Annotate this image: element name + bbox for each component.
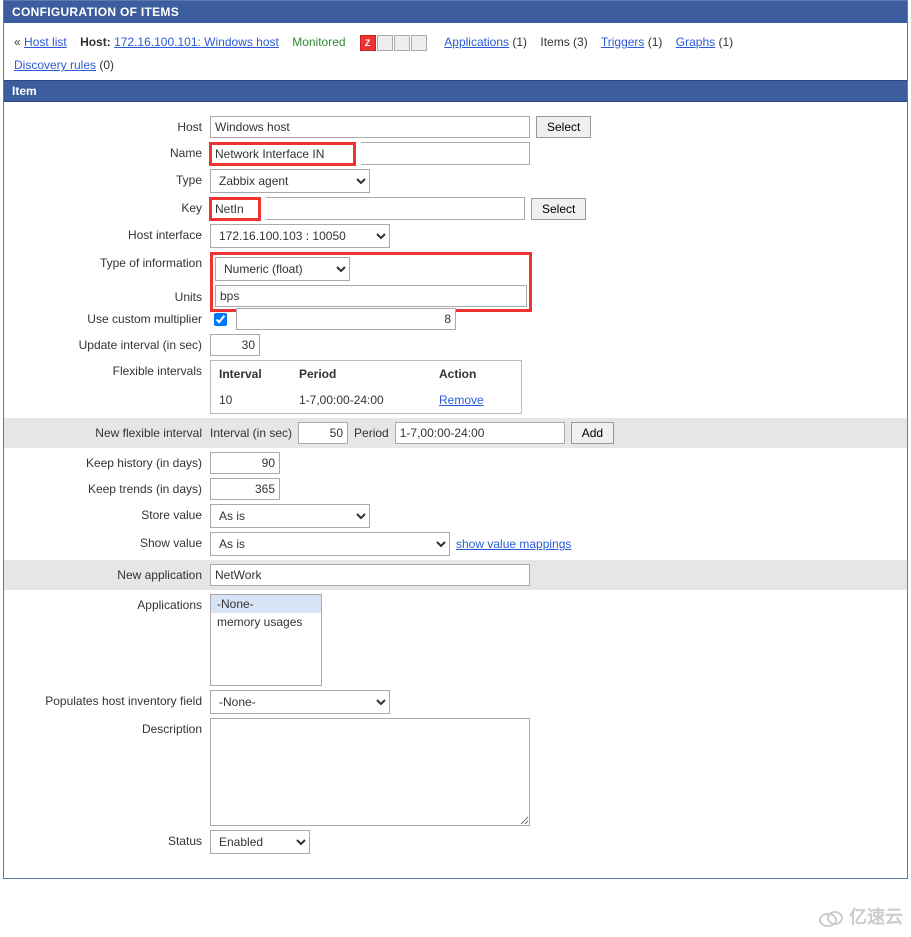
col-action: Action — [439, 367, 513, 381]
new-flexible-label: New flexible interval — [4, 422, 210, 440]
items-link[interactable]: Items — [540, 35, 569, 49]
keep-history-label: Keep history (in days) — [4, 452, 210, 470]
cell-interval: 10 — [219, 393, 299, 407]
discovery-row: Discovery rules (0) — [4, 58, 907, 80]
host-interface-label: Host interface — [4, 224, 210, 242]
triggers-link[interactable]: Triggers — [601, 35, 645, 49]
applications-label: Applications — [4, 594, 210, 612]
page-header: CONFIGURATION OF ITEMS — [4, 1, 907, 23]
item-form: Host Select Name Type Zabbix agent Key — [4, 102, 907, 878]
update-interval-field[interactable] — [210, 334, 260, 356]
keep-history-field[interactable] — [210, 452, 280, 474]
new-interval-field[interactable] — [298, 422, 348, 444]
status-label: Status — [4, 830, 210, 848]
description-label: Description — [4, 718, 210, 736]
key-label: Key — [4, 197, 210, 215]
keep-trends-label: Keep trends (in days) — [4, 478, 210, 496]
status-select[interactable]: Enabled — [210, 830, 310, 854]
ipmi-icon — [411, 35, 427, 51]
graphs-link[interactable]: Graphs — [676, 35, 715, 49]
type-info-label: Type of information — [4, 252, 210, 270]
zabbix-icon: Z — [360, 35, 376, 51]
new-application-field[interactable] — [210, 564, 530, 586]
flexible-intervals-table: Interval Period Action 10 1-7,00:00-24:0… — [210, 360, 522, 414]
host-label: Host — [4, 116, 210, 134]
items-count: (3) — [573, 35, 588, 49]
show-value-select[interactable]: As is — [210, 532, 450, 556]
units-label: Units — [4, 286, 210, 304]
key-select-button[interactable]: Select — [531, 198, 586, 220]
host-interface-select[interactable]: 172.16.100.103 : 10050 — [210, 224, 390, 248]
type-info-select[interactable]: Numeric (float) — [215, 257, 350, 281]
col-period: Period — [299, 367, 439, 381]
units-field[interactable] — [215, 285, 527, 307]
name-label: Name — [4, 142, 210, 160]
host-link[interactable]: 172.16.100.101: Windows host — [114, 35, 279, 49]
multiplier-checkbox[interactable] — [214, 313, 227, 326]
multiplier-label: Use custom multiplier — [4, 308, 210, 326]
host-field[interactable] — [210, 116, 530, 138]
host-select-button[interactable]: Select — [536, 116, 591, 138]
table-row: 10 1-7,00:00-24:00 Remove — [211, 387, 521, 413]
host-type-icons: Z — [360, 31, 428, 54]
jmx-icon — [394, 35, 410, 51]
monitored-status: Monitored — [292, 35, 345, 49]
keep-trends-field[interactable] — [210, 478, 280, 500]
list-item[interactable]: -None- — [211, 595, 321, 613]
interval-sec-label: Interval (in sec) — [210, 426, 292, 440]
update-interval-label: Update interval (in sec) — [4, 334, 210, 352]
triggers-count: (1) — [648, 35, 663, 49]
back-chevron: « — [14, 35, 21, 49]
snmp-icon — [377, 35, 393, 51]
new-period-field[interactable] — [395, 422, 565, 444]
discovery-count: (0) — [99, 58, 114, 72]
store-value-select[interactable]: As is — [210, 504, 370, 528]
col-interval: Interval — [219, 367, 299, 381]
key-field[interactable] — [210, 198, 260, 220]
applications-listbox[interactable]: -None- memory usages — [210, 594, 322, 686]
section-title: Item — [4, 80, 907, 102]
type-select[interactable]: Zabbix agent — [210, 169, 370, 193]
graphs-count: (1) — [718, 35, 733, 49]
name-field[interactable] — [210, 143, 355, 165]
description-textarea[interactable] — [210, 718, 530, 826]
multiplier-field[interactable] — [236, 308, 456, 330]
populates-inventory-select[interactable]: -None- — [210, 690, 390, 714]
cell-period: 1-7,00:00-24:00 — [299, 393, 439, 407]
discovery-rules-link[interactable]: Discovery rules — [14, 58, 96, 72]
host-label: Host: — [80, 35, 111, 49]
new-application-label: New application — [4, 564, 210, 582]
show-value-label: Show value — [4, 532, 210, 550]
flexible-intervals-label: Flexible intervals — [4, 360, 210, 378]
type-label: Type — [4, 169, 210, 187]
applications-count: (1) — [512, 35, 527, 49]
applications-link[interactable]: Applications — [444, 35, 509, 49]
store-value-label: Store value — [4, 504, 210, 522]
breadcrumb: « Host list Host: 172.16.100.101: Window… — [4, 23, 907, 58]
show-value-mappings-link[interactable]: show value mappings — [456, 537, 571, 551]
host-list-link[interactable]: Host list — [24, 35, 67, 49]
populates-inventory-label: Populates host inventory field — [4, 690, 210, 708]
watermark: 亿速云 — [818, 903, 903, 929]
period-label: Period — [354, 426, 389, 440]
add-button[interactable]: Add — [571, 422, 614, 444]
list-item[interactable]: memory usages — [211, 613, 321, 631]
remove-link[interactable]: Remove — [439, 393, 484, 407]
